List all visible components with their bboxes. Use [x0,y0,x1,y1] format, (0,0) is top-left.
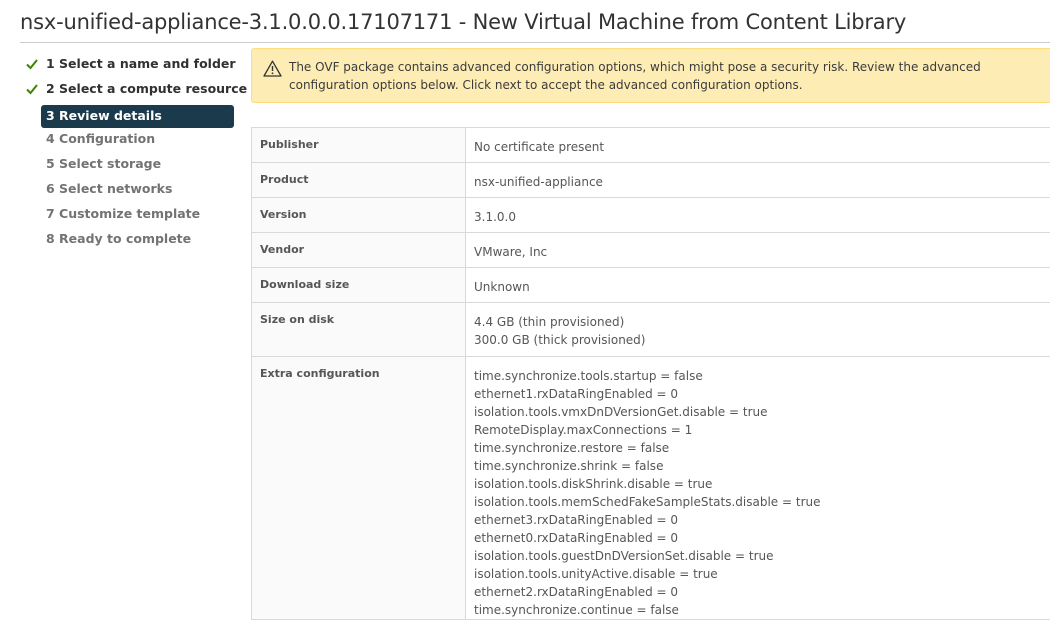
wizard-step-label: 7 Customize template [46,206,201,221]
warning-icon [263,60,282,77]
thick-size-text: 300.0 GB (thick provisioned) [474,333,646,347]
wizard-step-8: 8 Ready to complete [22,230,234,255]
row-label: Publisher [251,127,466,163]
size-on-disk-value: 4.4 GB (thin provisioned) 300.0 GB (thic… [465,302,1050,357]
table-row: Publisher No certificate present [251,127,1050,163]
config-entry: time.synchronize.tools.startup = false [474,369,703,383]
product-value: nsx-unified-appliance [465,162,1050,198]
table-row: Product nsx-unified-appliance [251,162,1050,198]
table-row: Download size Unknown [251,267,1050,303]
row-label: Vendor [251,232,466,268]
row-label: Extra configuration [251,356,466,620]
wizard-step-1[interactable]: 1 Select a name and folder [22,55,236,80]
row-label: Version [251,197,466,233]
config-entry: ethernet3.rxDataRingEnabled = 0 [474,513,679,527]
wizard-step-label: 5 Select storage [46,156,162,171]
config-entry: isolation.tools.unityActive.disable = tr… [474,567,718,581]
wizard-step-7: 7 Customize template [22,205,234,230]
table-row: Extra configuration time.synchronize.too… [251,356,1050,620]
checkmark-icon [26,59,38,70]
row-label: Size on disk [251,302,466,357]
security-warning-alert: The OVF package contains advanced config… [251,48,1050,103]
row-label: Product [251,162,466,198]
config-entry: RemoteDisplay.maxConnections = 1 [474,423,693,437]
vendor-value: VMware, Inc [465,232,1050,268]
wizard-step-3[interactable]: 3 Review details [41,105,234,128]
config-entry: ethernet2.rxDataRingEnabled = 0 [474,585,679,599]
wizard-step-6: 6 Select networks [22,180,234,205]
wizard-steps: 1 Select a name and folder 2 Select a co… [22,55,247,255]
row-label: Download size [251,267,466,303]
download-size-value: Unknown [465,267,1050,303]
config-entry: isolation.tools.memSchedFakeSampleStats.… [474,495,821,509]
wizard-step-4: 4 Configuration [22,130,234,155]
config-entry: isolation.tools.diskShrink.disable = tru… [474,477,713,491]
wizard-step-5: 5 Select storage [22,155,234,180]
table-row: Vendor VMware, Inc [251,232,1050,268]
alert-message: The OVF package contains advanced config… [289,60,981,92]
config-entry: ethernet1.rxDataRingEnabled = 0 [474,387,679,401]
config-entry: time.synchronize.restore = false [474,441,670,455]
publisher-value: No certificate present [465,127,1050,163]
thin-size-text: 4.4 GB (thin provisioned) [474,315,625,329]
wizard-step-label: 4 Configuration [46,131,156,146]
wizard-step-2[interactable]: 2 Select a compute resource [22,80,247,105]
wizard-step-label: 3 Review details [46,108,162,123]
config-entry: isolation.tools.vmxDnDVersionGet.disable… [474,405,768,419]
checkmark-icon [26,84,38,95]
config-entry: time.synchronize.shrink = false [474,459,664,473]
page-title: nsx-unified-appliance-3.1.0.0.0.17107171… [20,10,907,34]
ovf-details-table: Publisher No certificate present Product… [251,127,1050,620]
config-entry: time.synchronize.continue = false [474,603,679,617]
config-entry: ethernet0.rxDataRingEnabled = 0 [474,531,679,545]
wizard-step-label: 1 Select a name and folder [46,56,236,71]
version-value: 3.1.0.0 [465,197,1050,233]
wizard-step-label: 6 Select networks [46,181,173,196]
title-divider [20,42,1050,43]
config-entry: isolation.tools.guestDnDVersionSet.disab… [474,549,774,563]
table-row: Version 3.1.0.0 [251,197,1050,233]
extra-configuration-value: time.synchronize.tools.startup = false e… [465,356,1050,620]
wizard-step-label: 2 Select a compute resource [46,81,248,96]
wizard-step-label: 8 Ready to complete [46,231,192,246]
table-row: Size on disk 4.4 GB (thin provisioned) 3… [251,302,1050,357]
